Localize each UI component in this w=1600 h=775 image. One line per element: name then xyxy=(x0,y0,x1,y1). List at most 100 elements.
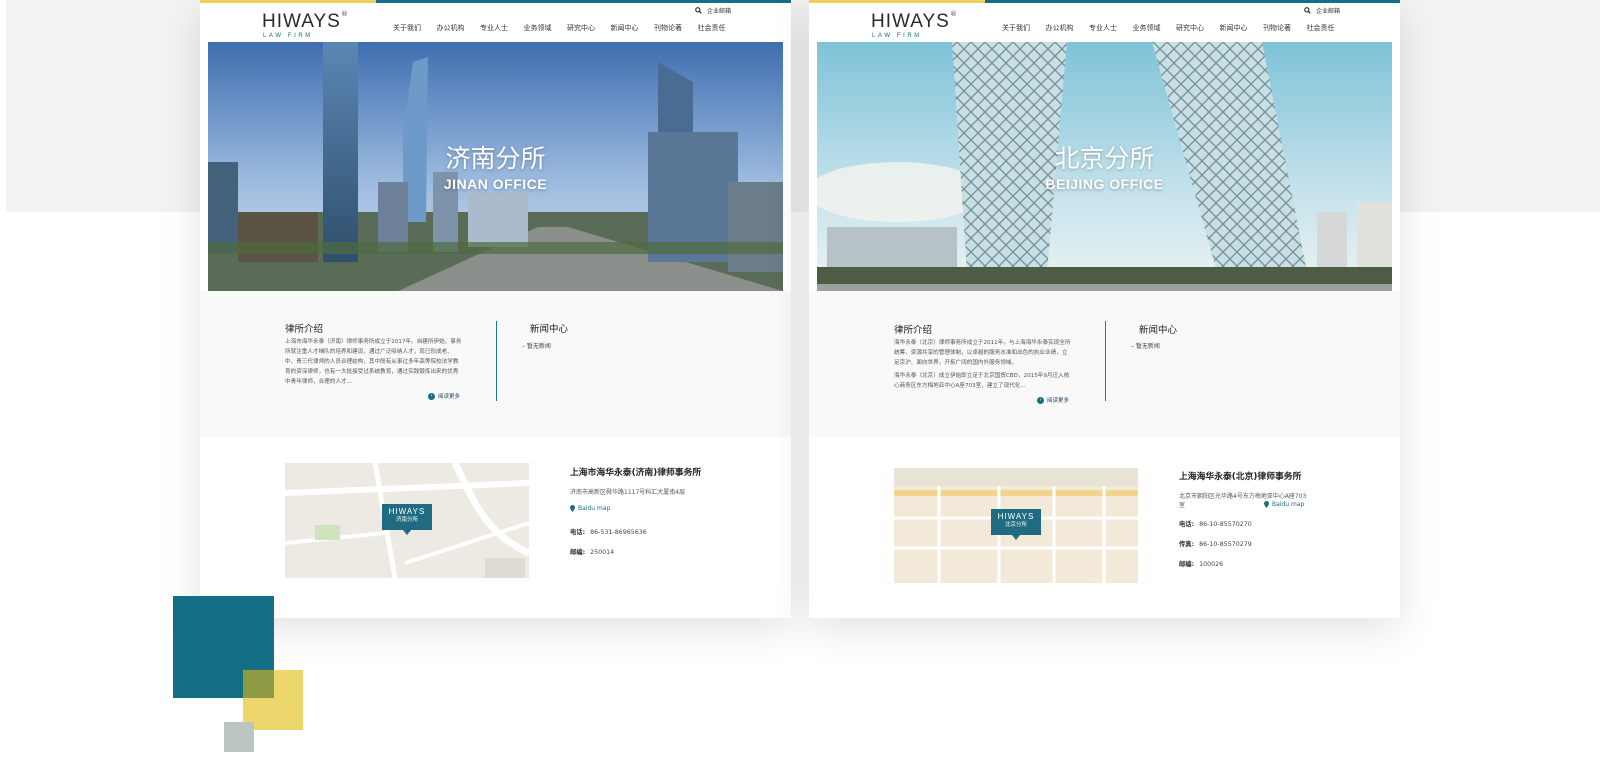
postcode-value: 100026 xyxy=(1199,561,1224,568)
hero-title: 济南分所 xyxy=(445,144,546,173)
news-item[interactable]: – 暂无新闻 xyxy=(1131,341,1160,350)
logo[interactable]: HIWAYS LAW FIRM ® xyxy=(871,10,961,40)
address-block: 上海市海华永泰(济南)律师事务所 济南市高新区舜华路1117号科汇大厦南4层 B… xyxy=(570,465,701,556)
read-more-link[interactable]: › 阅读更多 xyxy=(428,392,460,400)
map-marker-brand: HIWAYS xyxy=(997,512,1035,521)
phone-value: 86-531-86965636 xyxy=(590,529,647,536)
firm-name: 上海海华永泰(北京)律师事务所 xyxy=(1179,472,1302,482)
intro-title: 律所介绍 xyxy=(894,325,933,336)
phone-label: 电话: xyxy=(1179,521,1195,528)
intro-paragraph-2: 海华永泰（北京）成立伊始即立足于北京国贸CBD，2015年9月迁入核心商务区东方… xyxy=(894,373,1070,389)
nav-item-practice[interactable]: 业务领域 xyxy=(524,23,552,33)
logo-brand: HIWAYS xyxy=(871,11,950,32)
company-mail-label: 企业邮箱 xyxy=(1315,8,1340,15)
logo-registered: ® xyxy=(950,10,957,18)
baidu-map-label: Baidu map xyxy=(1272,501,1305,508)
intro-text: 海华永泰（北京）律师事务所成立于2011年。与上海海华永泰实现全所统筹、资源共享… xyxy=(894,338,1072,394)
intro-section: 律所介绍 海华永泰（北京）律师事务所成立于2011年。与上海海华永泰实现全所统筹… xyxy=(809,291,1400,437)
map-marker-label: 北京分所 xyxy=(1004,522,1027,528)
news-item-label: 暂无新闻 xyxy=(526,343,551,350)
nav-item-offices[interactable]: 办公机构 xyxy=(437,23,465,33)
nav-item-professionals[interactable]: 专业人士 xyxy=(480,23,508,33)
hero-subtitle: JINAN OFFICE xyxy=(443,176,548,192)
nav-item-about[interactable]: 关于我们 xyxy=(1002,23,1030,33)
intro-section: 律所介绍 上海市海华永泰（济南）律师事务所成立于2017年。自建所伊始，事务所就… xyxy=(200,291,791,437)
divider xyxy=(1105,321,1106,401)
arrow-right-icon: › xyxy=(428,392,435,400)
map-marker-label: 济南分所 xyxy=(395,517,418,523)
hero-banner: 北京分所 BEIJING OFFICE xyxy=(817,42,1392,291)
logo-brand: HIWAYS xyxy=(262,11,341,32)
search-icon xyxy=(1304,7,1311,14)
location-pin-icon xyxy=(570,505,575,512)
phone-value: 86-10-85570270 xyxy=(1199,521,1252,528)
phone-row: 电话: 86-531-86965636 xyxy=(570,527,701,536)
postcode-row: 邮编: 250014 xyxy=(570,547,701,556)
fax-label: 传真: xyxy=(1179,541,1195,548)
baidu-map-link[interactable]: Baidu map xyxy=(1264,501,1309,508)
phone-row: 电话: 86-10-85570270 xyxy=(1179,519,1309,528)
nav-item-offices[interactable]: 办公机构 xyxy=(1046,23,1074,33)
decor-square-overlap xyxy=(243,670,274,698)
map-marker: HIWAYS 济南分所 xyxy=(382,504,432,535)
main-nav: 关于我们 办公机构 专业人士 业务领域 研究中心 新闻中心 刊物论著 社会责任 xyxy=(393,23,741,33)
postcode-label: 邮编: xyxy=(1179,561,1195,568)
intro-title: 律所介绍 xyxy=(285,324,324,335)
firm-name: 上海市海华永泰(济南)律师事务所 xyxy=(570,468,702,478)
baidu-map-label: Baidu map xyxy=(578,505,611,512)
nav-item-social[interactable]: 社会责任 xyxy=(1307,23,1335,33)
top-accent-line xyxy=(200,0,791,3)
read-more-link[interactable]: › 阅读更多 xyxy=(1037,396,1069,404)
location-map[interactable]: HIWAYS 济南分所 xyxy=(285,463,529,578)
nav-item-research[interactable]: 研究中心 xyxy=(567,23,595,33)
news-title: 新闻中心 xyxy=(530,324,569,335)
intro-paragraph: 上海市海华永泰（济南）律师事务所成立于2017年。自建所伊始，事务所就注重人才梯… xyxy=(285,339,462,385)
nav-item-news[interactable]: 新闻中心 xyxy=(611,23,639,33)
logo-registered: ® xyxy=(341,10,348,18)
map-marker: HIWAYS 北京分所 xyxy=(991,509,1041,540)
map-marker-brand: HIWAYS xyxy=(388,507,426,516)
logo-subtitle: LAW FIRM xyxy=(263,33,313,39)
news-item-label: 暂无新闻 xyxy=(1135,343,1160,350)
baidu-map-link[interactable]: Baidu map xyxy=(570,505,610,512)
jinan-page-mockup: HIWAYS LAW FIRM ® 企业邮箱 关于我们 办公机构 专业人士 业务… xyxy=(200,0,791,618)
top-accent-line xyxy=(809,0,1400,3)
nav-item-publications[interactable]: 刊物论著 xyxy=(1263,23,1291,33)
nav-item-practice[interactable]: 业务领域 xyxy=(1133,23,1161,33)
arrow-right-icon: › xyxy=(1037,396,1044,404)
nav-item-professionals[interactable]: 专业人士 xyxy=(1089,23,1117,33)
fax-value: 86-10-85570279 xyxy=(1199,541,1252,548)
postcode-row: 邮编: 100026 xyxy=(1179,559,1309,568)
nav-item-social[interactable]: 社会责任 xyxy=(698,23,726,33)
location-map[interactable]: HIWAYS 北京分所 xyxy=(894,468,1138,583)
postcode-label: 邮编: xyxy=(570,549,586,556)
news-item[interactable]: – 暂无新闻 xyxy=(522,341,551,350)
nav-item-news[interactable]: 新闻中心 xyxy=(1220,23,1248,33)
address-text: 济南市高新区舜华路1117号科汇大厦南4层 xyxy=(570,489,686,496)
news-title: 新闻中心 xyxy=(1139,325,1178,336)
logo-subtitle: LAW FIRM xyxy=(872,33,922,39)
main-nav: 关于我们 办公机构 专业人士 业务领域 研究中心 新闻中心 刊物论著 社会责任 xyxy=(1002,23,1350,33)
phone-label: 电话: xyxy=(570,529,586,536)
nav-item-about[interactable]: 关于我们 xyxy=(393,23,421,33)
intro-text: 上海市海华永泰（济南）律师事务所成立于2017年。自建所伊始，事务所就注重人才梯… xyxy=(285,337,463,390)
fax-row: 传真: 86-10-85570279 xyxy=(1179,539,1309,548)
read-more-label: 阅读更多 xyxy=(1047,398,1070,404)
search-icon xyxy=(695,7,702,14)
company-mail-label: 企业邮箱 xyxy=(706,8,731,15)
postcode-value: 250014 xyxy=(590,549,615,556)
address-block: 上海海华永泰(北京)律师事务所 北京市朝阳区光华路4号东方梅地亚中心A座703室… xyxy=(1179,469,1309,568)
company-mail-link[interactable]: 企业邮箱 xyxy=(695,6,731,15)
nav-item-research[interactable]: 研究中心 xyxy=(1176,23,1204,33)
beijing-page-mockup: HIWAYS LAW FIRM ® 企业邮箱 关于我们 办公机构 专业人士 业务… xyxy=(809,0,1400,618)
divider xyxy=(496,321,497,401)
hero-banner: 济南分所 JINAN OFFICE xyxy=(208,42,783,291)
hero-subtitle: BEIJING OFFICE xyxy=(1045,176,1164,192)
decor-square-grey xyxy=(224,722,254,752)
intro-paragraph-1: 海华永泰（北京）律师事务所成立于2011年。与上海海华永泰实现全所统筹、资源共享… xyxy=(894,340,1071,366)
read-more-label: 阅读更多 xyxy=(438,394,461,400)
location-pin-icon xyxy=(1264,501,1269,508)
company-mail-link[interactable]: 企业邮箱 xyxy=(1304,6,1340,15)
logo[interactable]: HIWAYS LAW FIRM ® xyxy=(262,10,352,40)
nav-item-publications[interactable]: 刊物论著 xyxy=(654,23,682,33)
